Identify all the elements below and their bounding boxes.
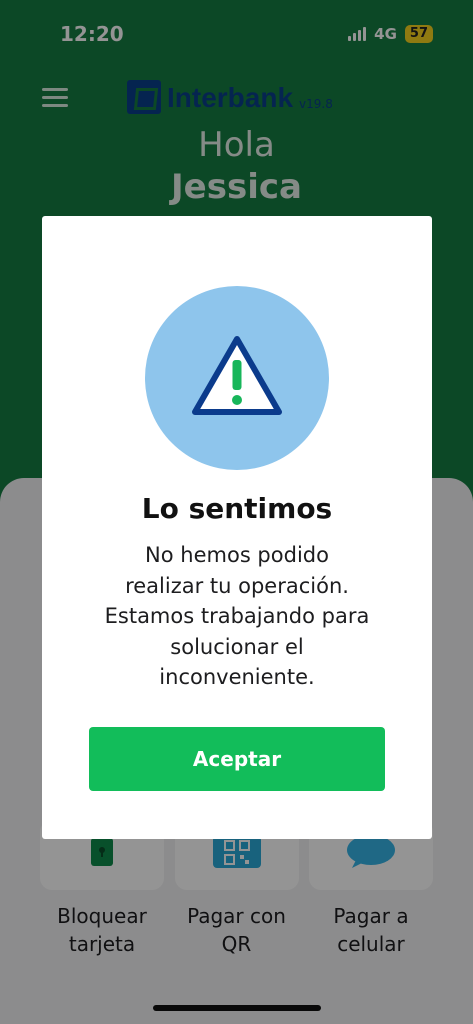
dialog-message-line: realizar tu operación. [125,573,349,598]
error-dialog: Lo sentimos No hemos podido realizar tu … [42,216,432,839]
alert-circle [145,286,329,470]
dialog-message-line: inconveniente. [159,665,315,689]
warning-icon [192,336,282,415]
dialog-message-line: No hemos podido [145,543,329,567]
dialog-message: No hemos podido realizar tu operación. E… [82,540,392,693]
dialog-title: Lo sentimos [141,492,333,525]
accept-button[interactable]: Aceptar [89,727,385,791]
dialog-message-line: solucionar el [170,634,304,659]
dialog-message-line: Estamos trabajando para [104,604,370,628]
